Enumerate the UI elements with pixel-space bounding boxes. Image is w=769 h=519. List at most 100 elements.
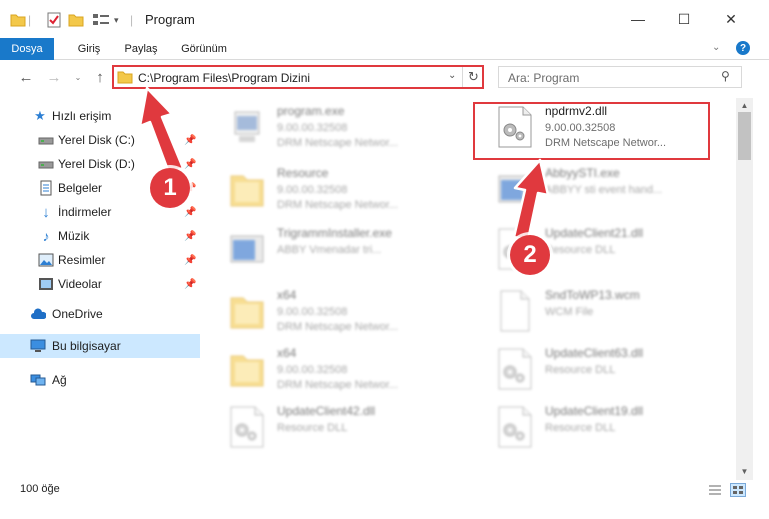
- tab-view[interactable]: Görünüm: [174, 38, 234, 60]
- scrollbar-thumb[interactable]: [738, 112, 751, 160]
- file-description: DRM Netscape Networ...: [277, 199, 399, 211]
- tab-home[interactable]: Giriş: [66, 38, 112, 60]
- address-bar[interactable]: C:\Program Files\Program Dizini ⌄ ↻: [112, 65, 484, 89]
- sidebar-item-onedrive[interactable]: OneDrive: [0, 302, 200, 326]
- file-item[interactable]: UpdateClient42.dll Resource DLL: [205, 400, 445, 456]
- view-icon[interactable]: [92, 10, 110, 30]
- sidebar-item-label: Yerel Disk (C:): [58, 133, 135, 147]
- exe-file-icon: [229, 106, 265, 148]
- dll-file-icon: [497, 348, 533, 390]
- file-item[interactable]: x64 9.00.00.32508 DRM Netscape Networ...: [205, 342, 445, 398]
- expand-ribbon-icon[interactable]: ⌄: [712, 42, 720, 53]
- scroll-down-icon[interactable]: ▼: [736, 464, 753, 478]
- sidebar-item-network[interactable]: Ağ: [0, 368, 200, 392]
- file-item[interactable]: program.exe 9.00.00.32508 DRM Netscape Net…: [205, 100, 445, 156]
- vertical-scrollbar[interactable]: ▲ ▼: [736, 98, 753, 480]
- separator: |: [130, 13, 134, 27]
- folder-icon: [117, 70, 133, 87]
- file-name: TrigrammInstaller.exe: [277, 226, 392, 240]
- download-icon: ↓: [42, 203, 50, 221]
- address-dropdown-icon[interactable]: ⌄: [448, 70, 456, 81]
- file-name: UpdateClient19.dll: [545, 404, 644, 418]
- sidebar-item-label: Hızlı erişim: [52, 109, 112, 123]
- drive-icon: [38, 156, 54, 172]
- dll-file-icon: [497, 406, 533, 448]
- close-button[interactable]: ✕: [708, 0, 754, 38]
- file-item[interactable]: UpdateClient63.dll Resource DLL: [473, 342, 713, 398]
- help-icon[interactable]: ?: [736, 41, 750, 55]
- file-item[interactable]: x64 9.00.00.32508 DRM Netscape Networ...: [205, 284, 445, 340]
- sidebar-item-label: Bu bilgisayar: [52, 339, 121, 353]
- recent-locations-icon[interactable]: ⌄: [68, 68, 88, 86]
- sidebar-item-label: İndirmeler: [58, 205, 112, 219]
- file-detail: Resource DLL: [277, 422, 348, 434]
- file-item[interactable]: SndToWP13.wcm WCM File: [473, 284, 713, 340]
- file-description: DRM Netscape Networ...: [277, 321, 399, 333]
- file-detail: ABBYY sti event hand...: [545, 184, 663, 196]
- properties-icon[interactable]: [46, 10, 62, 30]
- sidebar-item-pictures[interactable]: Resimler 📌: [0, 248, 200, 272]
- pin-icon[interactable]: 📌: [184, 159, 196, 170]
- sidebar-item-this-pc[interactable]: Bu bilgisayar: [0, 334, 200, 358]
- sidebar-item-label: OneDrive: [52, 307, 103, 321]
- title-bar: | ▾ | Program — ☐ ✕: [0, 0, 769, 38]
- search-icon[interactable]: ⚲: [721, 69, 730, 83]
- file-detail: 9.00.00.32508: [277, 122, 348, 134]
- sidebar-item-label: Videolar: [58, 277, 102, 291]
- file-item[interactable]: UpdateClient19.dll Resource DLL: [473, 400, 713, 456]
- maximize-button[interactable]: ☐: [661, 0, 707, 38]
- sidebar-item-label: Müzik: [58, 229, 90, 243]
- file-icon: [497, 290, 533, 332]
- pin-icon[interactable]: 📌: [184, 231, 196, 242]
- folder-icon: [229, 168, 265, 210]
- pin-icon[interactable]: 📌: [184, 255, 196, 266]
- exe-file-icon: [497, 168, 533, 210]
- pin-icon[interactable]: 📌: [184, 207, 196, 218]
- file-item[interactable]: TrigrammInstaller.exe ABBY Vmenadar tri..…: [205, 222, 445, 278]
- file-item[interactable]: UpdateClient21.dll Resource DLL: [473, 222, 713, 278]
- up-arrow-icon[interactable]: ↑: [90, 68, 110, 86]
- file-item[interactable]: AbbyySTI.exe ABBYY sti event hand...: [473, 162, 713, 218]
- pin-icon[interactable]: 📌: [184, 279, 196, 290]
- pin-icon[interactable]: 📌: [184, 135, 196, 146]
- sidebar-item-quick-access[interactable]: ★ Hızlı erişim: [0, 104, 200, 128]
- file-name: UpdateClient63.dll: [545, 346, 644, 360]
- sidebar-item-local-disk-c[interactable]: Yerel Disk (C:) 📌: [0, 128, 200, 152]
- file-detail: Resource DLL: [545, 364, 616, 376]
- divider: [462, 67, 463, 87]
- sidebar-item-videos[interactable]: Videolar 📌: [0, 272, 200, 296]
- file-name: UpdateClient42.dll: [277, 404, 376, 418]
- navigation-bar: ← → ⌄ ↑ C:\Program Files\Program Dizini …: [0, 60, 769, 94]
- window-title: Program: [145, 12, 195, 27]
- back-arrow-icon[interactable]: ←: [16, 68, 36, 86]
- search-input[interactable]: Ara: Program ⚲: [498, 66, 742, 88]
- network-icon: [30, 372, 46, 388]
- refresh-icon[interactable]: ↻: [468, 69, 479, 85]
- tiles-view-icon[interactable]: [730, 483, 746, 497]
- tab-file[interactable]: Dosya: [0, 38, 54, 60]
- minimize-button[interactable]: —: [615, 0, 661, 38]
- file-detail: 9.00.00.32508: [277, 364, 348, 376]
- new-folder-icon[interactable]: [68, 10, 84, 30]
- scroll-up-icon[interactable]: ▲: [736, 98, 753, 112]
- computer-icon: [30, 338, 46, 354]
- customize-toolbar-icon[interactable]: ▾: [114, 10, 119, 30]
- navigation-pane: ★ Hızlı erişim Yerel Disk (C:) 📌 Yerel D…: [0, 98, 200, 468]
- item-count: 100 öğe: [20, 483, 60, 495]
- status-bar: 100 öğe: [0, 480, 769, 502]
- address-path: C:\Program Files\Program Dizini: [138, 71, 311, 85]
- callout-1: 1: [150, 168, 190, 208]
- dll-file-icon: [229, 406, 265, 448]
- file-item[interactable]: Resource 9.00.00.32508 DRM Netscape Networ…: [205, 162, 445, 218]
- file-name: SndToWP13.wcm: [545, 288, 640, 302]
- videos-icon: [38, 276, 54, 292]
- forward-arrow-icon[interactable]: →: [44, 68, 64, 86]
- folder-icon: [229, 348, 265, 390]
- file-detail: Resource DLL: [545, 422, 616, 434]
- search-placeholder: Ara: Program: [508, 71, 580, 85]
- details-view-icon[interactable]: [708, 484, 722, 499]
- tab-share[interactable]: Paylaş: [118, 38, 164, 60]
- sidebar-item-music[interactable]: ♪ Müzik 📌: [0, 224, 200, 248]
- file-name: Resource: [277, 166, 329, 180]
- pictures-icon: [38, 252, 54, 268]
